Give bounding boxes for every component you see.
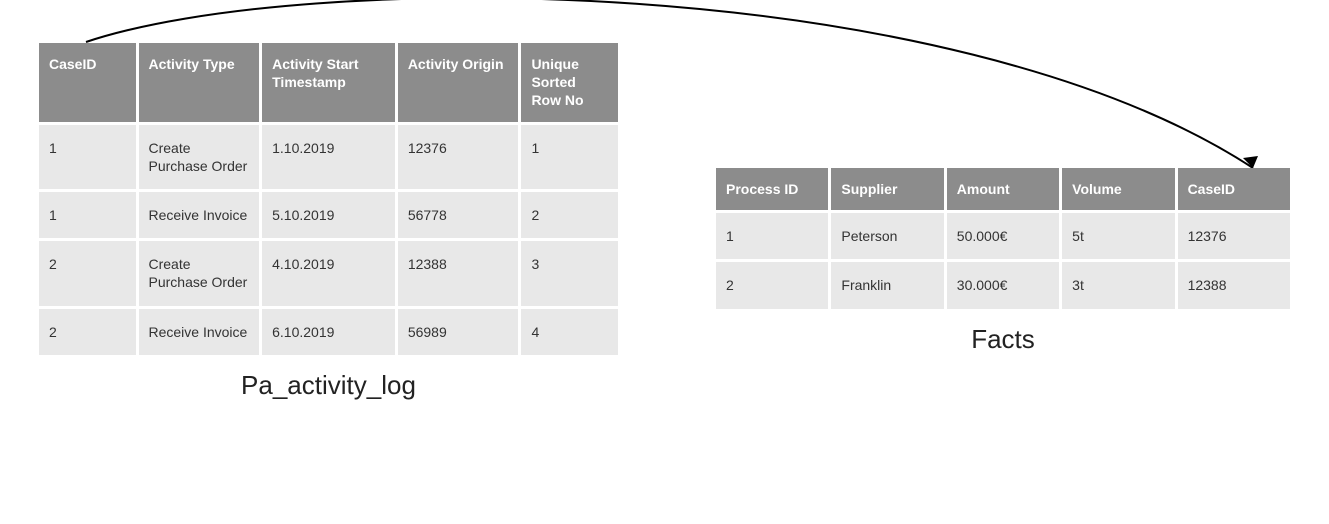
cell: 1 [39, 192, 136, 238]
col-header: Activity Origin [398, 43, 519, 122]
cell: Receive Invoice [139, 192, 260, 238]
cell: 12388 [1178, 262, 1290, 308]
facts-table-block: Process ID Supplier Amount Volume CaseID… [713, 165, 1293, 355]
col-header: Supplier [831, 168, 943, 210]
cell: 4.10.2019 [262, 241, 395, 305]
cell: 4 [521, 309, 618, 355]
cell: 1 [716, 213, 828, 259]
col-header: Volume [1062, 168, 1174, 210]
cell: 12388 [398, 241, 519, 305]
cell: Receive Invoice [139, 309, 260, 355]
cell: 6.10.2019 [262, 309, 395, 355]
col-header: Unique Sorted Row No [521, 43, 618, 122]
cell: 3t [1062, 262, 1174, 308]
cell: 3 [521, 241, 618, 305]
cell: 1 [521, 125, 618, 189]
cell: 30.000€ [947, 262, 1059, 308]
col-header: Process ID [716, 168, 828, 210]
cell: Create Purchase Order [139, 125, 260, 189]
cell: 2 [521, 192, 618, 238]
table-row: 1 Create Purchase Order 1.10.2019 12376 … [39, 125, 618, 189]
cell: 5t [1062, 213, 1174, 259]
diagram-container: CaseID Activity Type Activity Start Time… [0, 0, 1329, 524]
cell: 50.000€ [947, 213, 1059, 259]
col-header: Activity Start Timestamp [262, 43, 395, 122]
cell: 2 [39, 241, 136, 305]
col-header: CaseID [1178, 168, 1290, 210]
table-header-row: CaseID Activity Type Activity Start Time… [39, 43, 618, 122]
cell: Franklin [831, 262, 943, 308]
cell: 1.10.2019 [262, 125, 395, 189]
table-row: 1 Receive Invoice 5.10.2019 56778 2 [39, 192, 618, 238]
cell: 12376 [398, 125, 519, 189]
col-header: CaseID [39, 43, 136, 122]
cell: 1 [39, 125, 136, 189]
col-header: Amount [947, 168, 1059, 210]
activity-log-table: CaseID Activity Type Activity Start Time… [36, 40, 621, 358]
activity-log-table-block: CaseID Activity Type Activity Start Time… [36, 40, 621, 401]
table-row: 2 Franklin 30.000€ 3t 12388 [716, 262, 1290, 308]
facts-caption: Facts [713, 324, 1293, 355]
cell: 56778 [398, 192, 519, 238]
cell: Create Purchase Order [139, 241, 260, 305]
cell: 56989 [398, 309, 519, 355]
table-header-row: Process ID Supplier Amount Volume CaseID [716, 168, 1290, 210]
table-row: 2 Create Purchase Order 4.10.2019 12388 … [39, 241, 618, 305]
table-row: 1 Peterson 50.000€ 5t 12376 [716, 213, 1290, 259]
cell: 5.10.2019 [262, 192, 395, 238]
col-header: Activity Type [139, 43, 260, 122]
cell: 2 [39, 309, 136, 355]
cell: 12376 [1178, 213, 1290, 259]
cell: 2 [716, 262, 828, 308]
table-row: 2 Receive Invoice 6.10.2019 56989 4 [39, 309, 618, 355]
facts-table: Process ID Supplier Amount Volume CaseID… [713, 165, 1293, 312]
cell: Peterson [831, 213, 943, 259]
activity-log-caption: Pa_activity_log [36, 370, 621, 401]
